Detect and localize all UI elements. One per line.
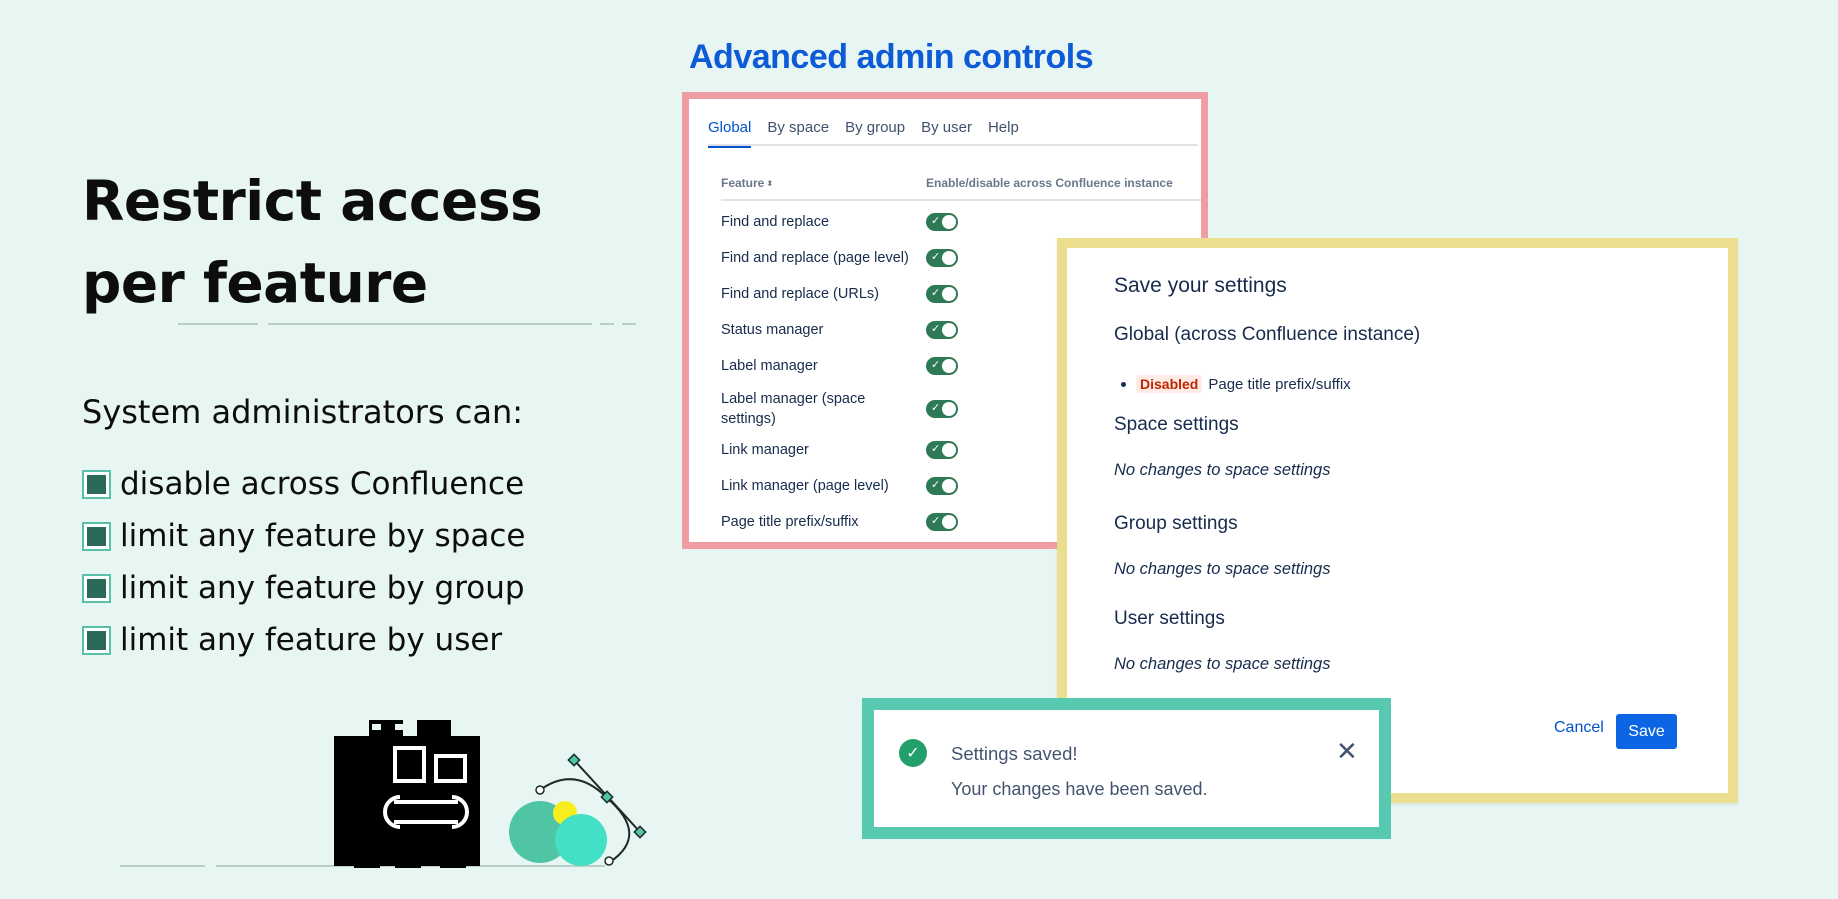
tab-by-group[interactable]: By group (845, 119, 905, 146)
checkbox-icon (82, 469, 111, 499)
bullet-item: limit any feature by group (82, 562, 525, 614)
feature-toggle[interactable]: ✓ (926, 249, 958, 267)
feature-name: Label manager (space settings) (721, 391, 866, 427)
check-icon: ✓ (931, 515, 941, 527)
feature-name: Find and replace (page level) (721, 250, 909, 266)
group-section-heading: Group settings (1114, 513, 1238, 534)
feature-toggle[interactable]: ✓ (926, 285, 958, 303)
table-row: Find and replace ✓ (721, 212, 1201, 232)
success-toast: ✓ Settings saved! Your changes have been… (862, 698, 1391, 839)
feature-toggle[interactable]: ✓ (926, 477, 958, 495)
feature-name: Find and replace (721, 214, 830, 230)
divider-line (268, 323, 592, 325)
feature-name: Label manager (721, 358, 818, 374)
tab-global[interactable]: Global (708, 119, 752, 148)
bullet-item: disable across Confluence (82, 458, 525, 510)
checkbox-icon (82, 625, 111, 655)
intro-text: System administrators can: (82, 393, 524, 431)
check-icon: ✓ (931, 402, 941, 414)
save-button[interactable]: Save (1616, 714, 1677, 749)
sort-icon: ⬍ (766, 179, 774, 188)
check-icon: ✓ (931, 287, 941, 299)
check-icon: ✓ (931, 251, 941, 263)
bezier-shapes-icon (509, 753, 647, 866)
feature-name: Find and replace (URLs) (721, 286, 879, 302)
feature-bullet-list: disable across Confluence limit any feat… (82, 458, 525, 666)
global-section-heading: Global (across Confluence instance) (1114, 324, 1421, 345)
tab-by-space[interactable]: By space (767, 119, 829, 146)
feature-toggle[interactable]: ✓ (926, 321, 958, 339)
table-header: Feature ⬍ Enable/disable across Confluenc… (721, 176, 1201, 201)
feature-toggle[interactable]: ✓ (926, 357, 958, 375)
column-header-feature[interactable]: Feature ⬍ (721, 176, 773, 190)
space-section-text: No changes to space settings (1114, 461, 1331, 479)
admin-heading: Advanced admin controls (689, 38, 1094, 76)
success-check-icon: ✓ (899, 739, 927, 767)
bullet-dot (1121, 381, 1126, 387)
divider-line (600, 323, 614, 325)
feature-toggle[interactable]: ✓ (926, 513, 958, 531)
column-header-enable: Enable/disable across Confluence instanc… (926, 176, 1173, 190)
feature-name: Link manager (721, 442, 809, 458)
toast-message: Your changes have been saved. (951, 779, 1208, 799)
check-icon: ✓ (931, 359, 941, 371)
check-icon: ✓ (931, 443, 941, 455)
tab-help[interactable]: Help (988, 119, 1019, 146)
group-section-text: No changes to space settings (1114, 560, 1331, 578)
tab-bar: Global By space By group By user Help (708, 119, 1198, 148)
feature-toggle[interactable]: ✓ (926, 441, 958, 459)
feature-toggle[interactable]: ✓ (926, 400, 958, 418)
feature-name: Page title prefix/suffix (721, 514, 859, 530)
hero-title-line-1: Restrict access (82, 169, 543, 233)
feature-toggle[interactable]: ✓ (926, 213, 958, 231)
hero-title-line-2: per feature (82, 251, 428, 315)
check-icon: ✓ (931, 215, 941, 227)
bullet-item: limit any feature by space (82, 510, 525, 562)
robot-icon (334, 720, 480, 868)
feature-name: Status manager (721, 322, 824, 338)
space-section-heading: Space settings (1114, 414, 1239, 435)
dialog-title: Save your settings (1114, 274, 1287, 297)
user-section-text: No changes to space settings (1114, 655, 1331, 673)
check-icon: ✓ (931, 323, 941, 335)
divider-line (178, 323, 258, 325)
divider-line (622, 323, 636, 325)
bullet-item: limit any feature by user (82, 614, 525, 666)
global-change-feature: Page title prefix/suffix (1208, 375, 1351, 393)
checkbox-icon (82, 573, 111, 603)
close-icon[interactable]: ✕ (1336, 736, 1358, 767)
hero-title: Restrict access per feature (82, 160, 543, 324)
tab-by-user[interactable]: By user (921, 119, 972, 146)
check-icon: ✓ (931, 479, 941, 491)
user-section-heading: User settings (1114, 608, 1225, 629)
toast-title: Settings saved! (951, 743, 1078, 764)
checkbox-icon (82, 521, 111, 551)
cancel-button[interactable]: Cancel (1554, 719, 1604, 737)
feature-name: Link manager (page level) (721, 478, 889, 494)
global-change-item: Disabled Page title prefix/suffix (1121, 375, 1351, 393)
status-badge: Disabled (1136, 375, 1203, 393)
